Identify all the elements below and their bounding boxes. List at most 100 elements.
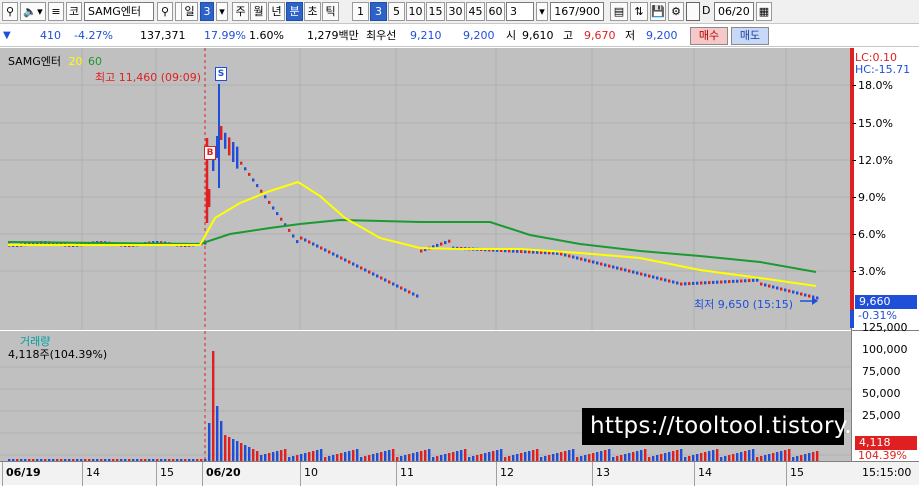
volume-bar [348, 451, 351, 461]
interval-60[interactable]: 60 [486, 2, 505, 21]
volume-bar [220, 421, 223, 461]
candle [600, 262, 603, 266]
candle [252, 178, 255, 182]
volume-bar [356, 449, 359, 461]
tab-4[interactable]: 초 [304, 2, 321, 21]
candle [228, 137, 231, 156]
volume-bar [268, 453, 271, 461]
speaker-icon[interactable]: 🔈▾ [20, 2, 46, 21]
hc-label: HC:-15.71 [855, 63, 911, 76]
volume-bar [560, 452, 563, 461]
candle [572, 255, 575, 259]
volume-bar [592, 453, 595, 461]
candle [532, 250, 535, 254]
volume-tick-label: 25,000 [862, 409, 901, 422]
candle [420, 249, 423, 253]
candle [312, 242, 315, 246]
pct3-value: 1.60% [249, 29, 284, 42]
candle [400, 286, 403, 290]
volume-bar [460, 450, 463, 461]
price-tick-label: 9.0% [858, 191, 886, 204]
volume-bar [568, 450, 571, 461]
candle [288, 228, 291, 232]
volume-bar [816, 451, 819, 461]
volume-bar [264, 454, 267, 461]
candle [332, 252, 335, 256]
volume-bar [808, 453, 811, 461]
interval-dropdown-icon[interactable]: ▾ [536, 2, 548, 21]
volume-bar [484, 453, 487, 461]
market-button[interactable]: 코 [66, 2, 82, 21]
candle [408, 290, 411, 294]
volume-bar [600, 451, 603, 461]
candle [796, 291, 799, 295]
volume-bar [448, 453, 451, 461]
volume-tick-label: 125,000 [862, 321, 908, 334]
candle [320, 246, 323, 250]
buy-button[interactable]: 매수 [690, 27, 728, 45]
x-tick-label: 12 [500, 466, 514, 479]
candle [276, 212, 279, 216]
interval-15[interactable]: 15 [426, 2, 445, 21]
interval-45[interactable]: 45 [466, 2, 485, 21]
period-day-button[interactable]: 일 [181, 2, 198, 21]
count-display: 167/900 [550, 2, 604, 21]
candle [248, 172, 251, 176]
tab-2[interactable]: 년 [268, 2, 285, 21]
down-arrow-icon: ▼ [3, 30, 11, 41]
candle-type-icon[interactable]: ▤ [610, 2, 628, 21]
stock-search-icon[interactable]: ⚲ [157, 2, 173, 21]
volume-bar [556, 453, 559, 461]
volume-bar [624, 454, 627, 461]
price-tick-label: 6.0% [858, 228, 886, 241]
candle [672, 280, 675, 284]
gear-icon[interactable]: ⚙ [668, 2, 684, 21]
volume-bar [604, 450, 607, 461]
price-tick-label: 15.0% [858, 117, 893, 130]
candle [528, 250, 531, 254]
volume-bar [788, 449, 791, 461]
volume-bar [240, 443, 243, 461]
interval-input[interactable]: 3 [506, 2, 534, 21]
interval-1[interactable]: 1 [352, 2, 369, 21]
tab-1[interactable]: 월 [250, 2, 267, 21]
candle [656, 276, 659, 280]
list-icon[interactable]: ≡ [48, 2, 64, 21]
tab-3[interactable]: 분 [286, 2, 303, 21]
volume-chart-panel[interactable]: 거래량 4,118주(104.39%) https://tooltool.tis… [0, 331, 919, 461]
price-chart-panel[interactable]: SAMG엔터 20 60 최고 11,460 (09:09) S B 최저 9,… [0, 48, 919, 330]
compare-icon[interactable]: ⇅ [630, 2, 648, 21]
tab-0[interactable]: 주 [232, 2, 249, 21]
period-num[interactable]: 3 [200, 2, 214, 21]
volume-bar [644, 449, 647, 461]
interval-3[interactable]: 3 [370, 2, 387, 21]
interval-5[interactable]: 5 [388, 2, 405, 21]
candle [772, 285, 775, 289]
candle [668, 279, 671, 283]
candle [664, 278, 667, 282]
save-icon[interactable]: 💾 [650, 2, 666, 21]
candle [744, 279, 747, 283]
search-icon[interactable]: ⚲ [2, 2, 18, 21]
calendar-icon[interactable]: ▦ [756, 2, 772, 21]
volume-bar [428, 449, 431, 461]
interval-30[interactable]: 30 [446, 2, 465, 21]
volume-bar [280, 450, 283, 461]
period-dropdown-icon[interactable]: ▾ [216, 2, 228, 21]
d-checkbox[interactable] [686, 2, 700, 21]
sell-button[interactable]: 매도 [731, 27, 769, 45]
stock-name-input[interactable]: SAMG엔터 [84, 2, 154, 21]
tab-5[interactable]: 틱 [322, 2, 339, 21]
volume-bar [248, 447, 251, 461]
interval-10[interactable]: 10 [406, 2, 425, 21]
candle [712, 280, 715, 284]
candle [780, 287, 783, 291]
candle [272, 206, 275, 210]
chart-title: SAMG엔터 [8, 55, 61, 68]
volume-bar [496, 450, 499, 461]
volume-bar [768, 454, 771, 461]
candle [368, 270, 371, 274]
date-input[interactable]: 06/20 [714, 2, 754, 21]
candle [788, 289, 791, 293]
candle [568, 254, 571, 258]
